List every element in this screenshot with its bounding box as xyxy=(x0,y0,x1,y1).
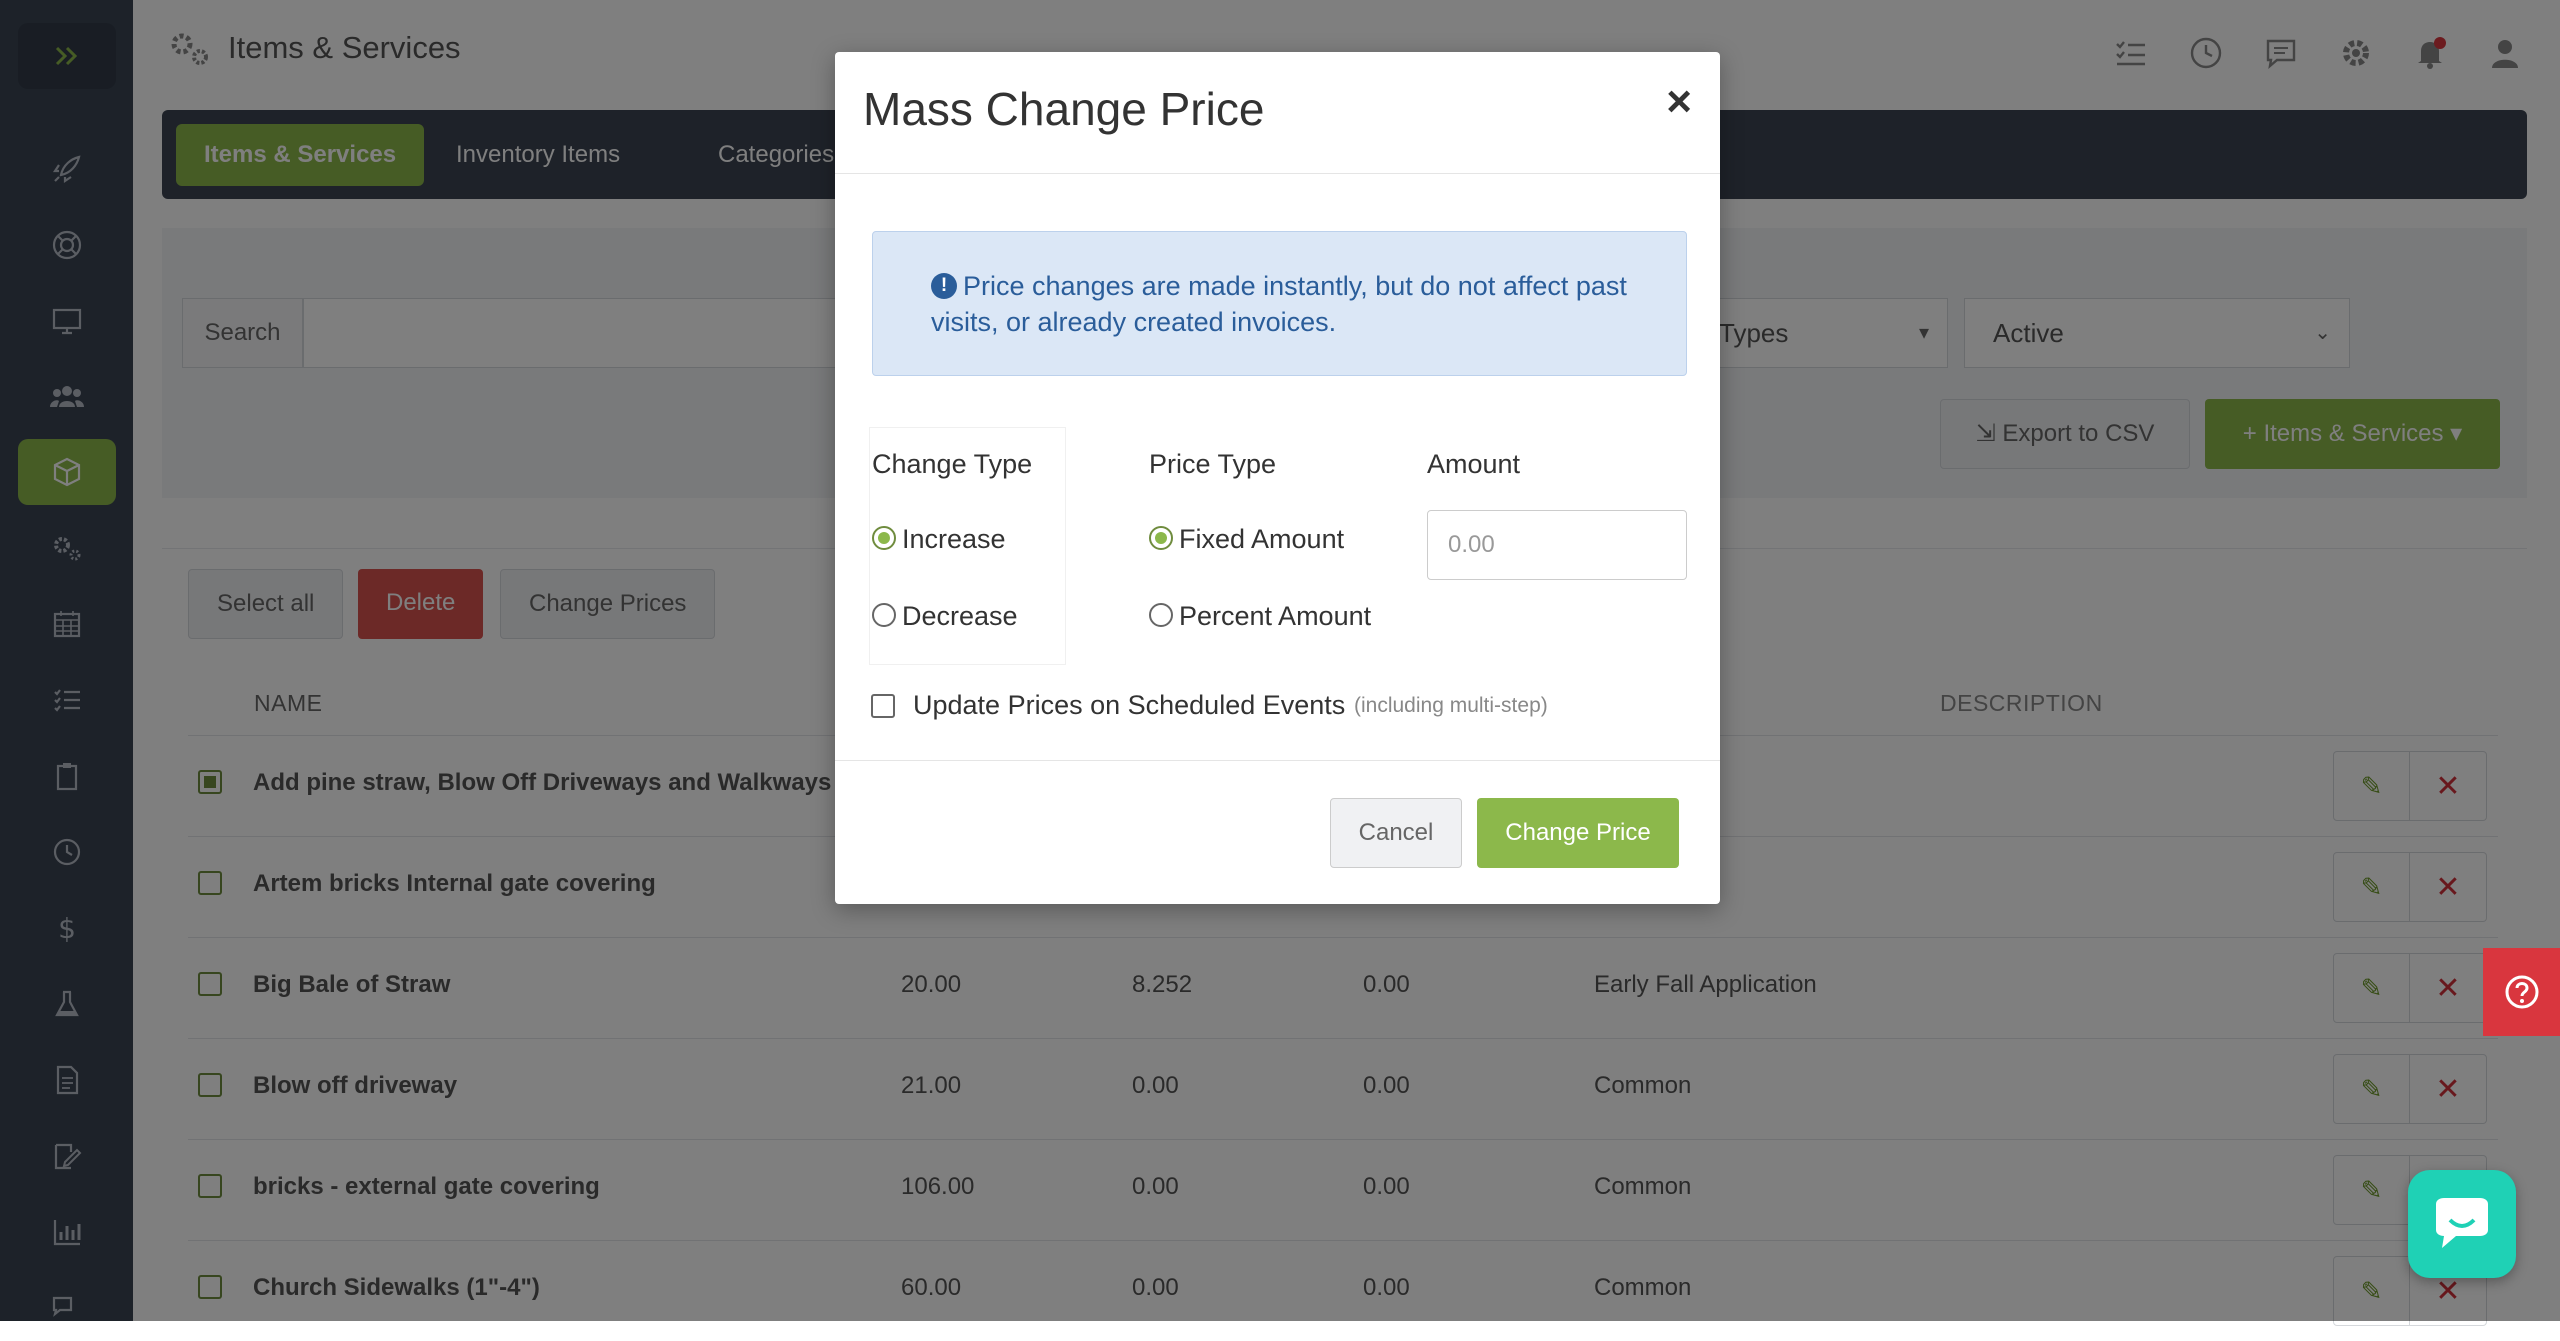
close-icon[interactable]: × xyxy=(1666,80,1692,124)
decrease-radio[interactable] xyxy=(872,603,896,627)
fixed-amount-label[interactable]: Fixed Amount xyxy=(1179,524,1344,555)
modal-header: Mass Change Price × xyxy=(835,52,1720,174)
increase-radio[interactable] xyxy=(872,526,896,550)
help-icon xyxy=(2505,975,2538,1009)
chat-icon xyxy=(2436,1198,2488,1248)
info-alert: ! Price changes are made instantly, but … xyxy=(872,231,1687,376)
price-type-label: Price Type xyxy=(1149,449,1277,479)
amount-input[interactable]: 0.00 xyxy=(1427,510,1687,580)
percent-amount-radio[interactable] xyxy=(1149,603,1173,627)
update-scheduled-label[interactable]: Update Prices on Scheduled Events xyxy=(913,690,1345,721)
increase-label[interactable]: Increase xyxy=(902,524,1006,555)
cancel-button[interactable]: Cancel xyxy=(1330,798,1462,868)
fixed-amount-radio[interactable] xyxy=(1149,526,1173,550)
modal-footer-divider xyxy=(835,760,1720,761)
change-type-label: Change Type xyxy=(872,449,1033,479)
info-alert-text: Price changes are made instantly, but do… xyxy=(931,271,1627,337)
mass-change-price-modal: Mass Change Price × ! Price changes are … xyxy=(835,52,1720,904)
help-tab[interactable] xyxy=(2483,948,2560,1036)
percent-amount-label[interactable]: Percent Amount xyxy=(1179,601,1371,632)
update-scheduled-note: (including multi-step) xyxy=(1354,694,1548,717)
amount-label: Amount xyxy=(1427,449,1521,479)
live-chat-button[interactable] xyxy=(2408,1170,2516,1278)
change-price-button[interactable]: Change Price xyxy=(1477,798,1679,868)
modal-title: Mass Change Price xyxy=(863,83,1265,135)
update-scheduled-checkbox[interactable] xyxy=(871,694,895,718)
decrease-label[interactable]: Decrease xyxy=(902,601,1018,632)
